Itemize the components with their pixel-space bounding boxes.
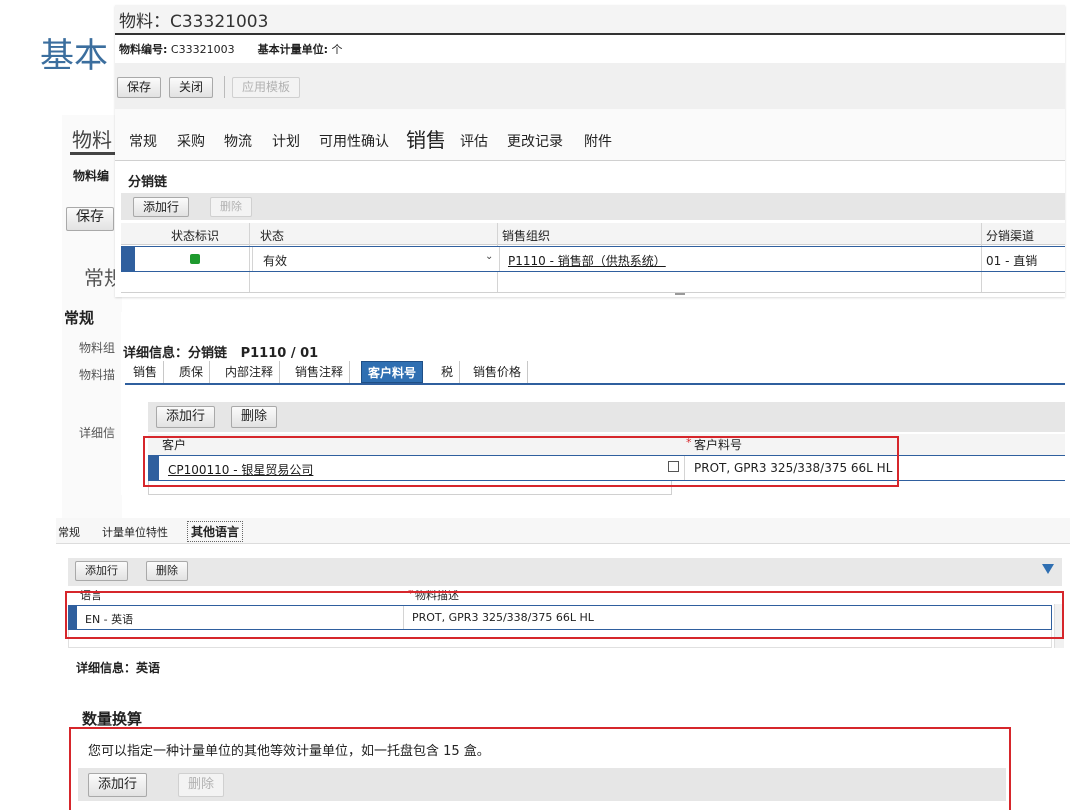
tab-sales[interactable]: 销售: [406, 124, 446, 153]
tab-valuation[interactable]: 评估: [460, 131, 488, 151]
status-dropdown[interactable]: 有效 ⌄: [252, 247, 500, 271]
add-row-button[interactable]: 添加行: [156, 406, 216, 428]
sales-org-link[interactable]: P1110 - 销售部（供热系统）: [508, 252, 666, 269]
filter-icon[interactable]: [1042, 564, 1054, 574]
tab-purchasing[interactable]: 采购: [177, 131, 205, 151]
tab-other-languages[interactable]: 其他语言: [187, 521, 244, 542]
background-label-matno: 物料编: [73, 169, 110, 183]
background-label-detail: 详细信: [79, 426, 116, 440]
status-green-icon: [190, 254, 200, 264]
close-button[interactable]: 关闭: [169, 77, 214, 98]
tab-sales-detail[interactable]: 销售: [127, 361, 165, 383]
title-divider: [115, 33, 1065, 35]
background-title: 基本: [40, 36, 108, 76]
tab-uom-features[interactable]: 计量单位特性: [102, 524, 168, 540]
material-no-label: 物料编号:: [119, 43, 168, 56]
channel-value: 01 - 直销: [986, 254, 1038, 268]
row-selector[interactable]: [121, 247, 135, 271]
section-title-distribution-chain: 分销链: [128, 175, 168, 190]
grid-toolbar: [121, 193, 1065, 220]
tab-warranty[interactable]: 质保: [173, 361, 211, 383]
tab-internal-notes[interactable]: 内部注释: [219, 361, 281, 383]
tab-general[interactable]: 常规: [129, 131, 157, 151]
lang-tabs: 常规 计量单位特性 其他语言: [56, 518, 1070, 544]
add-row-button[interactable]: 添加行: [75, 561, 128, 581]
tab-logistics[interactable]: 物流: [224, 131, 252, 151]
add-row-button[interactable]: 添加行: [133, 197, 190, 217]
chevron-down-icon[interactable]: ⌄: [485, 251, 493, 262]
delete-button[interactable]: 删除: [146, 561, 188, 581]
tab-planning[interactable]: 计划: [272, 131, 300, 151]
tab-customer-material[interactable]: 客户料号: [361, 361, 424, 383]
detail-title: 详细信息：分销链 P1110 / 01: [123, 346, 319, 361]
toolbar-separator: [224, 76, 225, 98]
resize-handle[interactable]: [675, 293, 685, 295]
highlight-box-customer-material: [143, 436, 899, 487]
other-languages-window: 常规 计量单位特性 其他语言 添加行 删除 语言 * 物料描述 EN - 英语 …: [56, 518, 1070, 678]
material-no-value: C33321003: [170, 43, 235, 56]
save-button[interactable]: 保存: [117, 77, 162, 98]
tab-general-lang[interactable]: 常规: [58, 524, 80, 540]
tab-sales-price[interactable]: 销售价格: [467, 361, 529, 383]
detail-window-customer-material: 详细信息：分销链 P1110 / 01 销售 质保 内部注释 销售注释 客户料号…: [121, 312, 1065, 495]
tab-change-log[interactable]: 更改记录: [507, 131, 563, 151]
detail-tabs: 销售 质保 内部注释 销售注释 客户料号 税 销售价格: [125, 361, 1065, 385]
material-window-sales: 物料：C33321003 物料编号: C33321003 基本计量单位: 个 保…: [115, 5, 1065, 297]
section-title-quantity-conversion: 数量换算: [82, 710, 143, 728]
delete-button: 删除: [210, 197, 252, 217]
background-label-matdesc: 物料描: [79, 368, 116, 382]
background-underline: [70, 152, 118, 155]
base-uom-value: 个: [331, 43, 343, 56]
grid-header: 状态标识 状态 销售组织 分销渠道: [121, 223, 1065, 245]
background-label-matgroup: 物料组: [79, 341, 116, 355]
tab-sales-notes[interactable]: 销售注释: [289, 361, 351, 383]
col-header-status: 状态: [260, 229, 285, 243]
tab-attachments[interactable]: 附件: [584, 131, 612, 151]
background-label-material: 物料: [72, 128, 112, 152]
tab-tax[interactable]: 税: [435, 361, 461, 383]
quantity-conversion-window: 数量换算 您可以指定一种计量单位的其他等效计量单位，如一托盘包含 15 盒。 添…: [66, 681, 1011, 810]
highlight-box-language: [65, 591, 1064, 639]
status-value: 有效: [263, 254, 288, 268]
main-tabs: 常规 采购 物流 计划 可用性确认 销售 评估 更改记录 附件: [115, 109, 1065, 161]
delete-button[interactable]: 删除: [231, 406, 278, 428]
col-header-status-indicator: 状态标识: [171, 229, 220, 243]
detail-language-title: 详细信息：英语: [76, 661, 161, 675]
table-row[interactable]: 有效 ⌄ P1110 - 销售部（供热系统） 01 - 直销: [121, 246, 1065, 272]
col-header-channel: 分销渠道: [986, 229, 1035, 243]
page-title: 物料：C33321003: [119, 12, 269, 32]
background-section-general: 常规: [64, 309, 95, 327]
col-header-sales-org: 销售组织: [502, 229, 551, 243]
grid-toolbar: [68, 558, 1062, 586]
highlight-box-quantity-conversion: [69, 727, 1011, 810]
header-info: 物料编号: C33321003 基本计量单位: 个: [119, 41, 342, 57]
base-uom-label: 基本计量单位:: [257, 43, 328, 56]
grid-toolbar: [148, 402, 1065, 432]
background-save-button[interactable]: 保存: [66, 207, 114, 231]
apply-template-button: 应用模板: [232, 77, 301, 98]
tab-availability[interactable]: 可用性确认: [319, 131, 389, 151]
grid-bottom: [121, 292, 1065, 293]
